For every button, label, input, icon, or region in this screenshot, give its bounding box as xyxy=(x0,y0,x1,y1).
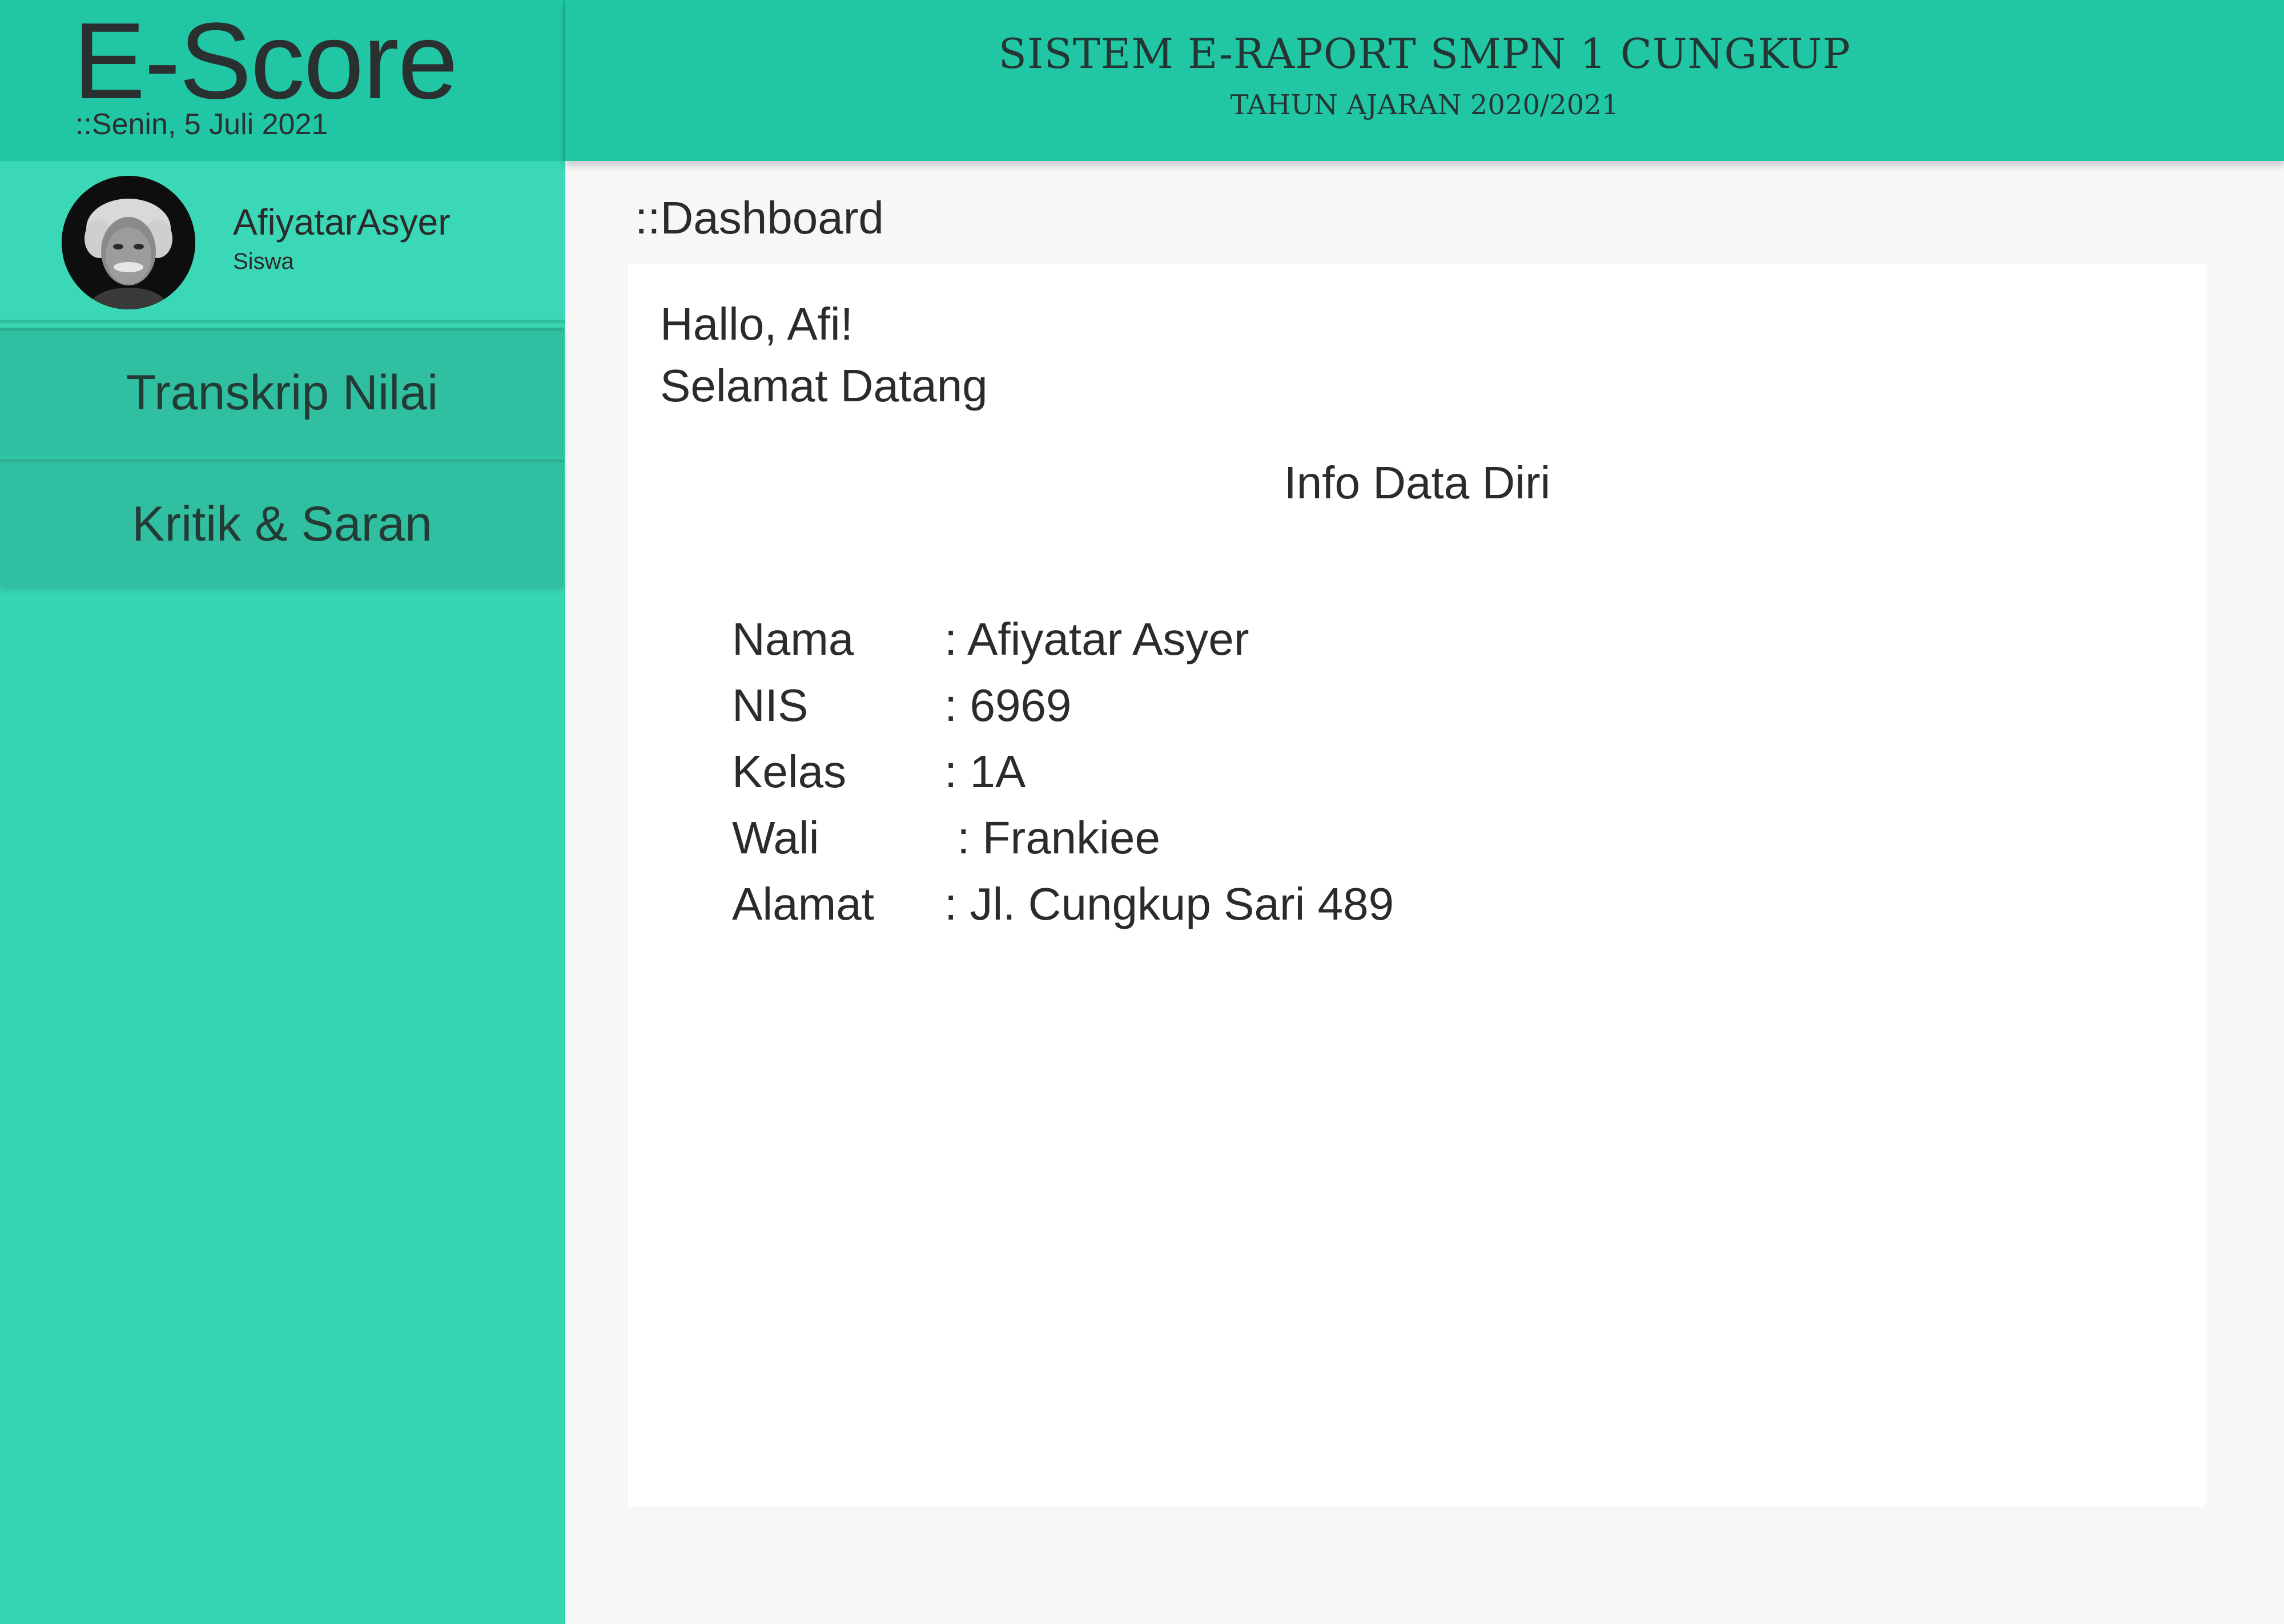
field-value: : 6969 xyxy=(944,680,1072,731)
info-row-nis: NIS : 6969 xyxy=(732,672,1394,739)
user-profile: AfiyatarAsyer Siswa xyxy=(0,163,565,323)
field-label: Wali xyxy=(732,812,819,863)
top-header: SISTEM E-RAPORT SMPN 1 CUNGKUP TAHUN AJA… xyxy=(565,0,2284,161)
profile-role: Siswa xyxy=(233,249,294,274)
academic-year: TAHUN AJARAN 2020/2021 xyxy=(1230,89,1619,121)
system-title: SISTEM E-RAPORT SMPN 1 CUNGKUP xyxy=(998,30,1851,78)
info-row-nama: Nama : Afiyatar Asyer xyxy=(732,606,1394,672)
field-label: Nama xyxy=(732,614,854,664)
field-value: : 1A xyxy=(944,746,1026,797)
info-row-wali: Wali : Frankiee xyxy=(732,805,1394,871)
field-value: : Frankiee xyxy=(944,812,1160,863)
current-date: ::Senin, 5 Juli 2021 xyxy=(75,108,328,141)
info-row-alamat: Alamat : Jl. Cungkup Sari 489 xyxy=(732,871,1394,937)
avatar xyxy=(62,176,195,309)
sidebar-item-label: Kritik & Saran xyxy=(132,496,432,551)
field-value: : Jl. Cungkup Sari 489 xyxy=(944,879,1394,929)
info-section-title: Info Data Diri xyxy=(1284,457,1551,508)
avatar-portrait-icon xyxy=(62,176,195,309)
sidebar-item-label: Transkrip Nilai xyxy=(126,365,439,420)
field-value: : Afiyatar Asyer xyxy=(944,614,1249,664)
sidebar: E-Score ::Senin, 5 Juli 2021 AfiyatarAsy… xyxy=(0,0,565,1624)
greeting-text: Hallo, Afi! xyxy=(660,299,853,349)
field-label: Alamat xyxy=(732,879,874,929)
dashboard-panel: Hallo, Afi! Selamat Datang Info Data Dir… xyxy=(628,264,2206,1507)
brand-area: E-Score ::Senin, 5 Juli 2021 xyxy=(0,0,565,161)
profile-username: AfiyatarAsyer xyxy=(233,202,451,243)
field-label: NIS xyxy=(732,680,809,731)
welcome-text: Selamat Datang xyxy=(660,360,988,411)
sidebar-item-kritik-saran[interactable]: Kritik & Saran xyxy=(0,459,564,586)
app-logo-title: E-Score xyxy=(73,1,458,122)
personal-info-table: Nama : Afiyatar Asyer NIS : 6969 Kelas :… xyxy=(732,606,1394,937)
page-title: ::Dashboard xyxy=(635,192,884,243)
info-row-kelas: Kelas : 1A xyxy=(732,739,1394,805)
field-label: Kelas xyxy=(732,746,847,797)
sidebar-item-transkrip-nilai[interactable]: Transkrip Nilai xyxy=(0,328,564,454)
